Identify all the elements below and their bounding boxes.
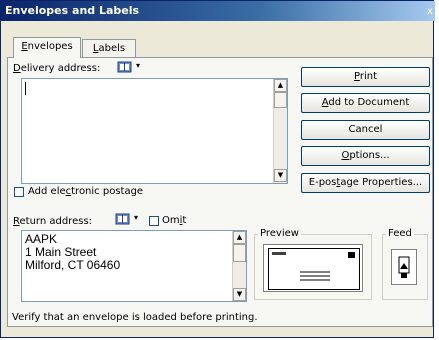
return-scrollbar[interactable]: ▲ ▼ xyxy=(232,231,246,301)
return-address-book-button[interactable]: ▾ xyxy=(115,212,141,226)
tab-labels-label: abels xyxy=(98,43,126,54)
options-label: ptions... xyxy=(349,150,390,161)
add-to-document-button[interactable]: Add to Document xyxy=(301,93,430,113)
envelopes-tab-panel: Delivery address: ▾ ▲ ▼ Print Add to Doc… xyxy=(7,57,433,327)
envelope-preview-icon xyxy=(268,248,360,293)
tab-envelopes[interactable]: Envelopes xyxy=(13,37,81,58)
omit-pre: Om xyxy=(162,215,180,226)
postage-properties-button[interactable]: E-postage Properties... xyxy=(301,173,430,193)
status-hint: Verify that an envelope is loaded before… xyxy=(12,312,434,326)
address-book-icon xyxy=(117,60,133,74)
feed-label: Feed xyxy=(386,228,414,239)
print-button[interactable]: Print xyxy=(301,67,430,87)
chevron-down-icon: ▾ xyxy=(134,213,139,222)
status-hint-text: Verify that an envelope is loaded before… xyxy=(12,312,258,323)
omit-checkbox[interactable] xyxy=(149,216,159,226)
address-book-icon xyxy=(115,212,131,226)
chevron-down-icon: ▾ xyxy=(136,61,141,70)
return-address-field[interactable]: AAPK 1 Main Street Milford, CT 06460 ▲ ▼ xyxy=(21,230,247,302)
return-label-text: eturn address: xyxy=(19,216,93,227)
postage-props-post: age Properties... xyxy=(340,177,423,188)
return-address-label: Return address: xyxy=(13,216,92,227)
scroll-up-arrow-icon[interactable]: ▲ xyxy=(274,79,287,92)
scroll-down-arrow-icon[interactable]: ▼ xyxy=(233,288,246,301)
delivery-mnemonic: D xyxy=(13,63,21,74)
delivery-label-text: elivery address: xyxy=(20,63,101,74)
delivery-address-label: Delivery address: xyxy=(13,63,100,74)
feed-preview[interactable] xyxy=(391,249,417,285)
return-line-city: Milford, CT 06460 xyxy=(25,258,121,272)
envelopes-labels-dialog: Envelopes and Labels x Envelopes Labels … xyxy=(0,0,435,338)
electronic-postage-label[interactable]: Add electronic postage xyxy=(28,186,143,197)
print-label: rint xyxy=(359,71,377,82)
postage-pre: Add ele xyxy=(28,186,66,197)
scroll-thumb[interactable] xyxy=(274,92,287,108)
window-title: Envelopes and Labels xyxy=(5,4,140,17)
cancel-label: Cancel xyxy=(348,124,383,135)
cancel-button[interactable]: Cancel xyxy=(301,120,430,140)
scroll-down-arrow-icon[interactable]: ▼ xyxy=(274,169,287,182)
postage-post: tronic postage xyxy=(71,186,144,197)
add-label: dd to Document xyxy=(328,97,410,108)
envelope-preview[interactable] xyxy=(263,244,363,292)
preview-label: Preview xyxy=(258,228,301,239)
omit-label[interactable]: Omit xyxy=(162,215,186,226)
postage-props-pre: E-pos xyxy=(308,177,337,188)
close-button[interactable]: x xyxy=(427,5,435,18)
scroll-thumb[interactable] xyxy=(233,244,246,262)
text-cursor xyxy=(25,82,26,95)
delivery-scrollbar[interactable]: ▲ ▼ xyxy=(273,79,287,183)
omit-post: t xyxy=(182,215,187,226)
feed-method-icon xyxy=(395,253,413,284)
address-book-button[interactable]: ▾ xyxy=(117,60,143,74)
title-bar[interactable]: Envelopes and Labels x xyxy=(1,1,435,21)
tab-envelopes-label: nvelopes xyxy=(27,41,73,52)
tab-labels[interactable]: Labels xyxy=(82,39,136,58)
electronic-postage-checkbox[interactable] xyxy=(14,187,24,197)
options-button[interactable]: Options... xyxy=(301,146,430,166)
scroll-up-arrow-icon[interactable]: ▲ xyxy=(233,231,246,244)
delivery-address-field[interactable]: ▲ ▼ xyxy=(21,78,288,184)
